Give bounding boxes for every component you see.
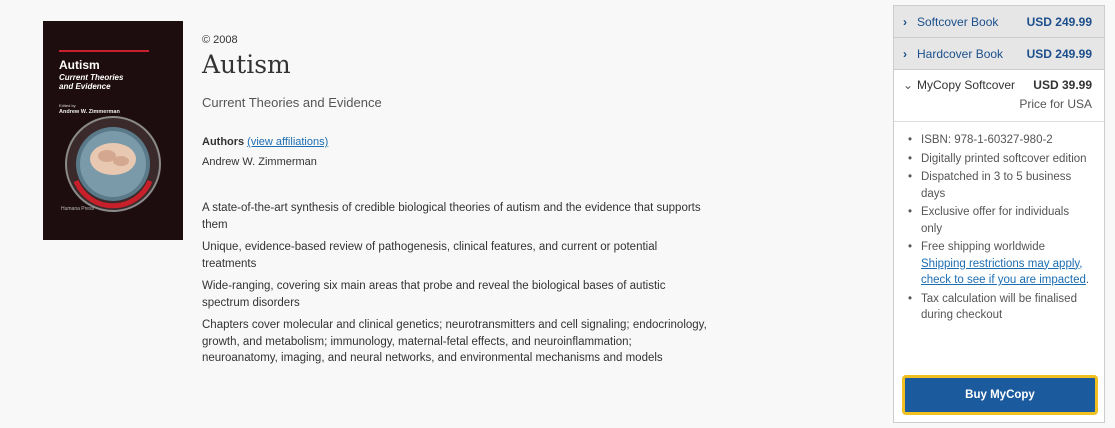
list-item: Tax calculation will be finalised during… (903, 291, 1092, 324)
book-cover: Autism Current Theories and Evidence Edi… (43, 21, 183, 240)
view-affiliations-link[interactable]: (view affiliations) (247, 136, 328, 148)
cover-subtitle-line1: Current Theories (59, 73, 124, 82)
cover-subtitle: Current Theories and Evidence (59, 73, 169, 91)
chevron-down-icon: ⌄ (903, 78, 914, 92)
feature-list: A state-of-the-art synthesis of credible… (202, 200, 707, 373)
mycopy-option: ⌄ MyCopy Softcover USD 39.99 Price for U… (894, 70, 1104, 324)
list-item-shipping: Free shipping worldwide Shipping restric… (903, 239, 1092, 289)
authors-label: Authors (202, 136, 245, 148)
feature-item: Unique, evidence-based review of pathoge… (202, 241, 658, 270)
list-item: Exclusive offer for individuals only (903, 204, 1092, 237)
mycopy-header[interactable]: ⌄ MyCopy Softcover USD 39.99 (903, 78, 1092, 92)
price-note: Price for USA (1019, 97, 1092, 111)
cover-subtitle-line2: and Evidence (59, 82, 111, 91)
cover-edited-by: Edited by (59, 103, 76, 108)
list-item: Dispatched in 3 to 5 business days (903, 169, 1092, 202)
shipping-link-suffix: . (1085, 274, 1090, 286)
mycopy-price: USD 39.99 (1033, 78, 1092, 92)
cover-red-line (59, 50, 149, 52)
divider (894, 121, 1104, 122)
shipping-text: Free shipping worldwide (921, 241, 1046, 253)
copyright-year: © 2008 (202, 34, 238, 46)
softcover-label: Softcover Book (917, 14, 999, 29)
mycopy-label: MyCopy Softcover (917, 78, 1016, 92)
cover-author: Andrew W. Zimmerman (59, 109, 120, 115)
author-name: Andrew W. Zimmerman (202, 156, 317, 168)
mycopy-details: ISBN: 978-1-60327-980-2 Digitally printe… (903, 132, 1092, 324)
cover-title: Autism (59, 58, 100, 72)
list-item: Digitally printed softcover edition (903, 151, 1092, 168)
buy-mycopy-button[interactable]: Buy MyCopy (902, 375, 1098, 415)
hardcover-option[interactable]: › Hardcover Book USD 249.99 (894, 38, 1104, 70)
book-subtitle: Current Theories and Evidence (202, 95, 382, 110)
hardcover-price: USD 249.99 (1026, 46, 1092, 61)
feature-item: Wide-ranging, covering six main areas th… (202, 280, 666, 309)
book-title: Autism (202, 50, 291, 79)
hardcover-label: Hardcover Book (917, 46, 1004, 61)
feature-item: Chapters cover molecular and clinical ge… (202, 319, 707, 364)
shipping-restrictions-link[interactable]: Shipping restrictions may apply, check t… (921, 258, 1086, 287)
purchase-panel: › Softcover Book USD 249.99 › Hardcover … (893, 5, 1105, 423)
chevron-right-icon: › (903, 46, 907, 61)
softcover-price: USD 249.99 (1026, 14, 1092, 29)
softcover-option[interactable]: › Softcover Book USD 249.99 (894, 6, 1104, 38)
authors-heading: Authors (view affiliations) (202, 136, 328, 148)
list-item: ISBN: 978-1-60327-980-2 (903, 132, 1092, 149)
feature-item: A state-of-the-art synthesis of credible… (202, 202, 701, 231)
chevron-right-icon: › (903, 14, 907, 29)
cover-publisher: Humana Press (61, 206, 95, 212)
